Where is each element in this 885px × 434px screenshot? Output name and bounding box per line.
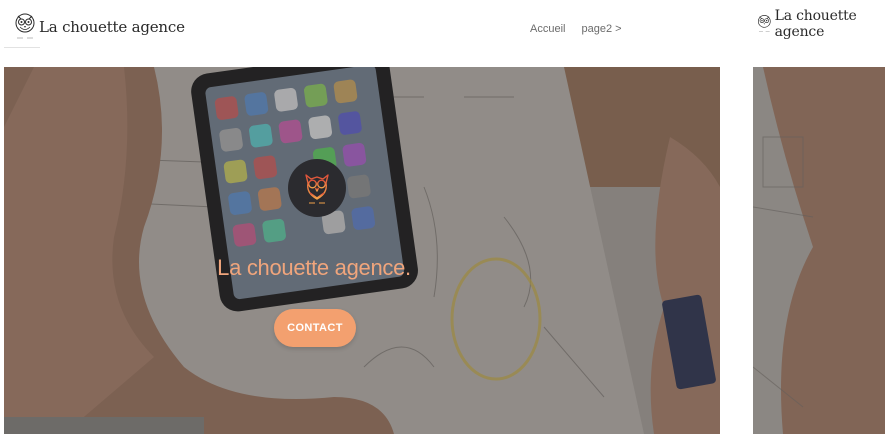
hero-title: La chouette agence. xyxy=(217,255,411,280)
nav-link-accueil[interactable]: Accueil xyxy=(530,23,565,35)
secondary-page: La chouette agence xyxy=(745,0,885,434)
main-page: La chouette agence Accueil page2 > La ch… xyxy=(0,0,724,434)
site-header: La chouette agence Accueil page2 > xyxy=(0,0,724,62)
logo-divider xyxy=(4,47,40,48)
owl-logo-icon xyxy=(757,15,771,32)
brand-logo-link[interactable]: La chouette agence xyxy=(14,10,185,44)
secondary-brand-name: La chouette agence xyxy=(774,8,857,40)
nav-link-page2[interactable]: page2 > xyxy=(581,23,621,35)
secondary-hero xyxy=(753,67,885,434)
secondary-brand-logo[interactable]: La chouette agence xyxy=(757,8,885,40)
brand-name: La chouette agence xyxy=(39,18,185,36)
contact-button[interactable]: CONTACT xyxy=(274,309,356,347)
hero-emblem xyxy=(288,159,346,217)
main-nav: Accueil page2 > xyxy=(530,23,622,35)
owl-emblem-icon xyxy=(305,174,329,204)
hero-overlay xyxy=(4,67,720,434)
owl-logo-icon xyxy=(15,13,35,39)
secondary-hero-background-image xyxy=(753,67,885,434)
hero-section: La chouette agence. CONTACT xyxy=(4,67,720,434)
